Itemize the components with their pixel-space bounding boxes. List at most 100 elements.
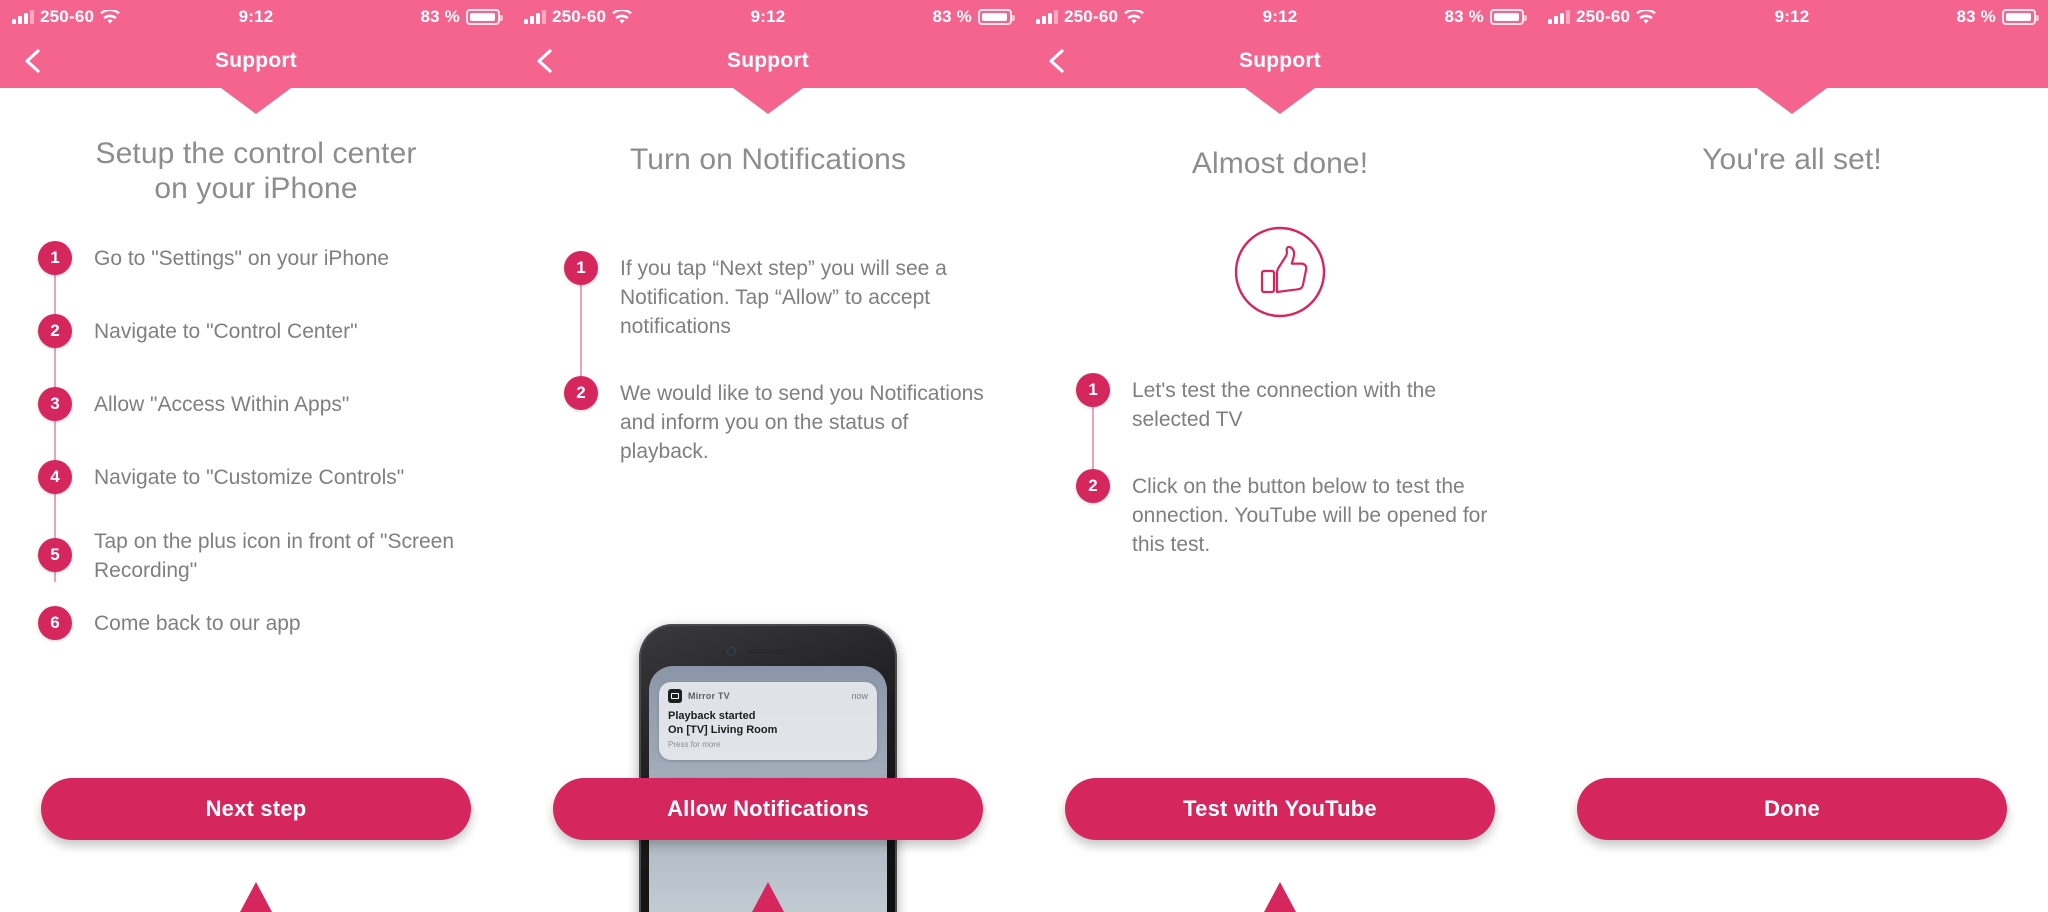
- battery-percent-label: 83 %: [932, 7, 972, 26]
- next-step-button[interactable]: Next step: [41, 778, 471, 840]
- notification-header: Mirror TV now: [668, 689, 868, 703]
- battery-icon: [466, 9, 503, 25]
- screen-setup-control-center: 250-60 9:12 83 % Support Setup the contr…: [0, 0, 512, 912]
- allow-notifications-button[interactable]: Allow Notifications: [553, 778, 983, 840]
- status-right-4: 83 %: [1956, 7, 2039, 27]
- wifi-icon: [100, 8, 120, 25]
- list-item: 2 Navigate to "Control Center": [38, 313, 488, 358]
- page-title-1-line2: on your iPhone: [154, 172, 358, 206]
- nav-bar-3: Support: [1024, 34, 1536, 88]
- page-title-2-line1: Turn on Notifications: [629, 143, 907, 176]
- signal-bars-icon: [1036, 10, 1058, 24]
- step-number-badge: 2: [1076, 469, 1110, 504]
- step-number-badge: 5: [38, 537, 72, 572]
- list-item: 6 Come back to our app: [38, 605, 488, 650]
- page-title-2: Turn on Notifications: [512, 142, 1024, 177]
- screen-turn-on-notifications: 250-60 9:12 83 % Support Turn on Notific…: [512, 0, 1024, 912]
- battery-icon: [978, 9, 1015, 25]
- list-item: 1 Go to "Settings" on your iPhone: [38, 240, 488, 285]
- nav-title-1: Support: [215, 49, 297, 72]
- step-text: Navigate to "Customize Controls": [94, 465, 405, 489]
- status-bar-4: 250-60 9:12 83 %: [1536, 0, 2048, 34]
- test-with-youtube-button[interactable]: Test with YouTube: [1065, 778, 1495, 840]
- status-bar-2: 250-60 9:12 83 %: [512, 0, 1024, 34]
- step-text: Let's test the connection with the selec…: [1132, 379, 1437, 432]
- nav-bar-4: [1536, 34, 2048, 88]
- list-item: 4 Navigate to "Customize Controls": [38, 459, 488, 504]
- page-title-4-line1: You're all set!: [1702, 143, 1882, 176]
- step-number-badge: 4: [38, 459, 72, 494]
- signal-bars-icon: [1548, 10, 1570, 24]
- panel-body-4: You're all set! Done: [1536, 88, 2048, 912]
- header-bar-4: 250-60 9:12 83 %: [1536, 0, 2048, 114]
- front-camera-icon: [727, 648, 735, 655]
- wifi-icon: [1124, 8, 1144, 25]
- step-number-badge: 3: [38, 386, 72, 421]
- done-button[interactable]: Done: [1577, 778, 2007, 840]
- status-left-3: 250-60: [1036, 7, 1144, 27]
- panel-body-1: Setup the control center on your iPhone …: [0, 88, 512, 912]
- notification-app-name: Mirror TV: [688, 691, 730, 701]
- cta-container-2: Allow Notifications: [512, 778, 1024, 840]
- notification-subtitle: On [TV] Living Room: [668, 724, 778, 737]
- step-text: We would like to send you Notifications …: [620, 382, 984, 464]
- screens-filmstrip: 250-60 9:12 83 % Support Setup the contr…: [0, 0, 2048, 912]
- page-title-3-line1: Almost done!: [1191, 147, 1369, 180]
- step-number-badge: 2: [564, 376, 598, 411]
- cta-container-4: Done: [1536, 778, 2048, 840]
- phone-top-hardware: [639, 648, 897, 655]
- page-title-1: Setup the control center on your iPhone: [0, 136, 512, 207]
- list-item: 3 Allow "Access Within Apps": [38, 386, 488, 431]
- steps-list-3: 1 Let's test the connection with the sel…: [1076, 373, 1512, 560]
- header-bar-1: 250-60 9:12 83 % Support: [0, 0, 512, 114]
- step-text: If you tap “Next step” you will see a No…: [620, 257, 947, 339]
- nav-title-3: Support: [1239, 49, 1321, 72]
- battery-percent-label: 83 %: [1956, 7, 1996, 26]
- status-left-4: 250-60: [1548, 7, 1656, 27]
- step-text: Tap on the plus icon in front of "Screen…: [94, 529, 455, 582]
- list-item: 1 If you tap “Next step” you will see a …: [564, 251, 1000, 342]
- step-text: Go to "Settings" on your iPhone: [94, 246, 390, 270]
- phone-mockup: Mirror TV now Playback started On [TV] L…: [639, 624, 897, 912]
- panel-body-2: Turn on Notifications 1 If you tap “Next…: [512, 88, 1024, 912]
- step-number-badge: 6: [38, 605, 72, 640]
- status-left-1: 250-60: [12, 7, 120, 27]
- wifi-icon: [612, 8, 632, 25]
- battery-percent-label: 83 %: [1444, 7, 1484, 26]
- panel-body-3: Almost done! 1 Let's test the connection…: [1024, 88, 1536, 912]
- step-text: Click on the button below to test the on…: [1132, 475, 1488, 557]
- header-bar-2: 250-60 9:12 83 % Support: [512, 0, 1024, 114]
- nav-bar-1: Support: [0, 34, 512, 88]
- notification-banner[interactable]: Mirror TV now Playback started On [TV] L…: [659, 682, 877, 760]
- status-left-2: 250-60: [524, 7, 632, 27]
- steps-connector-line-2: [580, 268, 582, 389]
- battery-icon: [1490, 9, 1527, 25]
- thumbs-up-icon: [1233, 225, 1327, 319]
- wifi-icon: [1636, 8, 1656, 25]
- notification-time: now: [851, 691, 868, 701]
- steps-list-2: 1 If you tap “Next step” you will see a …: [564, 251, 1000, 467]
- page-title-4: You're all set!: [1536, 142, 2048, 177]
- nav-bar-2: Support: [512, 34, 1024, 88]
- screen-all-set: 250-60 9:12 83 % You're all set! Done: [1536, 0, 2048, 912]
- mirror-tv-app-icon: [668, 689, 682, 703]
- carrier-label: 250-60: [1064, 7, 1119, 26]
- signal-bars-icon: [524, 10, 546, 24]
- list-item: 2 Click on the button below to test the …: [1076, 469, 1512, 560]
- notification-hint: Press for more: [668, 739, 721, 749]
- earpiece-speaker: [746, 649, 809, 654]
- step-text: Come back to our app: [94, 611, 301, 635]
- status-bar-3: 250-60 9:12 83 %: [1024, 0, 1536, 34]
- carrier-label: 250-60: [1576, 7, 1631, 26]
- step-text: Navigate to "Control Center": [94, 319, 358, 343]
- battery-icon: [2002, 9, 2039, 25]
- status-right-1: 83 %: [420, 7, 503, 27]
- step-number-badge: 1: [1076, 373, 1110, 408]
- list-item: 2 We would like to send you Notification…: [564, 376, 1000, 467]
- steps-list-1: 1 Go to "Settings" on your iPhone 2 Navi…: [38, 240, 488, 650]
- list-item: 5 Tap on the plus icon in front of "Scre…: [38, 524, 488, 586]
- carrier-label: 250-60: [552, 7, 607, 26]
- nav-title-2: Support: [727, 49, 809, 72]
- step-number-badge: 1: [38, 240, 72, 275]
- step-text: Allow "Access Within Apps": [94, 392, 350, 416]
